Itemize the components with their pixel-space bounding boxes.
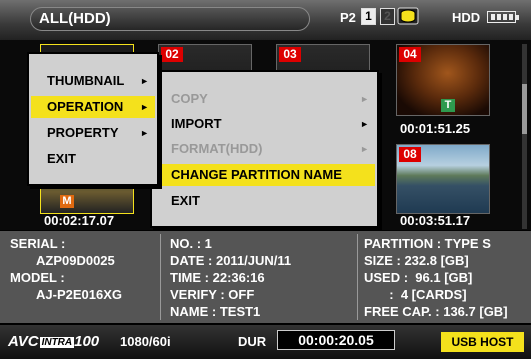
- card-slot-2: 2: [380, 8, 395, 25]
- timecode-clip-08: 00:03:51.17: [400, 213, 471, 228]
- video-format: 1080/60i: [120, 334, 171, 349]
- duration-value: 00:00:20.05: [277, 330, 395, 350]
- scrollbar[interactable]: [522, 44, 527, 229]
- clip-number-badge: 03: [279, 47, 301, 62]
- status-bar: ALL(HDD) P2 1 2 HDD: [0, 0, 531, 40]
- partition-type: PARTITION : TYPE S: [364, 236, 491, 251]
- p2-label: P2: [340, 10, 356, 25]
- menu-item-exit[interactable]: EXIT: [31, 148, 155, 170]
- partition-size: SIZE : 232.8 [GB]: [364, 253, 469, 268]
- clip-date: DATE : 2011/JUN/11: [170, 253, 292, 268]
- marker-badge: M: [60, 195, 74, 208]
- battery-icon: [487, 11, 519, 23]
- duration-label: DUR: [238, 334, 267, 349]
- operation-submenu: COPY ► IMPORT ► FORMAT(HDD) ► CHANGE PARTIT…: [150, 70, 379, 228]
- main-menu: THUMBNAIL ► OPERATION ► PROPERTY ► EXIT: [27, 52, 159, 186]
- serial-value: AZP09D0025: [36, 253, 115, 268]
- menu-item-thumbnail[interactable]: THUMBNAIL ►: [31, 70, 155, 92]
- thumbnail-clip-08[interactable]: 08: [396, 144, 490, 214]
- device-info: SERIAL : AZP09D0025 MODEL : AJ-P2E016XG: [10, 235, 122, 327]
- chevron-right-icon: ►: [140, 102, 149, 112]
- codec-logo: AVC INTRA 100: [8, 333, 100, 350]
- clip-no: NO. : 1: [170, 236, 212, 251]
- clip-number-badge: 04: [399, 47, 421, 62]
- chevron-right-icon: ►: [360, 119, 369, 129]
- partition-info: PARTITION : TYPE S SIZE : 232.8 [GB] USE…: [364, 235, 508, 327]
- menu-item-copy[interactable]: COPY ►: [154, 88, 375, 110]
- chevron-right-icon: ►: [360, 144, 369, 154]
- text-memo-badge: T: [441, 99, 455, 112]
- menu-item-change-partition-name[interactable]: CHANGE PARTITION NAME: [154, 164, 375, 186]
- divider: [160, 234, 161, 320]
- clip-name: NAME : TEST1: [170, 304, 261, 319]
- chevron-right-icon: ►: [360, 94, 369, 104]
- model-label: MODEL :: [10, 270, 65, 285]
- menu-item-property[interactable]: PROPERTY ►: [31, 122, 155, 144]
- clip-time: TIME : 22:36:16: [170, 270, 265, 285]
- footer-bar: AVC INTRA 100 1080/60i DUR 00:00:20.05 USB…: [0, 325, 531, 359]
- usb-host-badge: USB HOST: [441, 332, 524, 352]
- chevron-right-icon: ►: [140, 128, 149, 138]
- divider: [357, 234, 358, 320]
- timecode-clip-04: 00:01:51.25: [400, 121, 471, 136]
- clip-verify: VERIFY : OFF: [170, 287, 255, 302]
- hdd-cylinder-icon: [397, 7, 419, 25]
- menu-item-operation[interactable]: OPERATION ►: [31, 96, 155, 118]
- partition-used: USED : 96.1 [GB]: [364, 270, 473, 285]
- model-value: AJ-P2E016XG: [36, 287, 122, 302]
- clip-number-badge: 08: [399, 147, 421, 162]
- clip-number-badge: 02: [161, 47, 183, 62]
- card-slot-1: 1: [361, 8, 376, 25]
- view-title: ALL(HDD): [30, 7, 310, 31]
- menu-item-submenu-exit[interactable]: EXIT: [154, 190, 375, 212]
- menu-item-format-hdd[interactable]: FORMAT(HDD) ►: [154, 138, 375, 160]
- partition-free: FREE CAP. : 136.7 [GB]: [364, 304, 508, 319]
- thumbnail-clip-04[interactable]: 04 T: [396, 44, 490, 116]
- partition-cards: : 4 [CARDS]: [364, 287, 467, 302]
- menu-item-import[interactable]: IMPORT ►: [154, 113, 375, 135]
- serial-label: SERIAL :: [10, 236, 66, 251]
- clip-info: NO. : 1 DATE : 2011/JUN/11 TIME : 22:36:…: [170, 235, 291, 327]
- hdd-label: HDD: [452, 10, 481, 25]
- chevron-right-icon: ►: [140, 76, 149, 86]
- info-panel: SERIAL : AZP09D0025 MODEL : AJ-P2E016XG …: [0, 231, 531, 323]
- timecode-clip-selected: 00:02:17.07: [44, 213, 115, 228]
